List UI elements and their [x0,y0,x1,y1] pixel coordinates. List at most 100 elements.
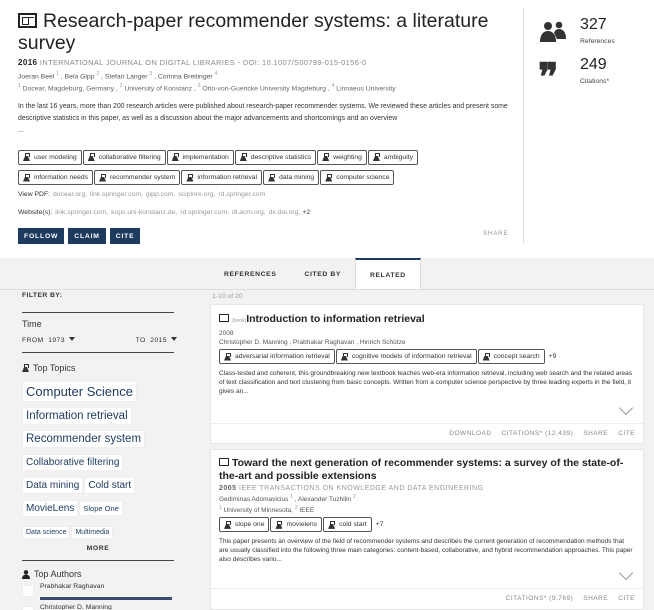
claim-button[interactable]: CLAIM [68,228,106,244]
author-name[interactable]: Stefan Langer [105,73,148,80]
tab-cited-by[interactable]: CITED BY [290,258,355,290]
result-action-download[interactable]: DOWNLOAD [449,430,491,437]
topic-tag-label: implementation [182,153,229,161]
pdf-link[interactable]: link.springer.com, [90,191,143,198]
topic-tag[interactable]: cold start [323,517,372,533]
flask-icon [373,153,380,161]
website-link[interactable]: kops.uni-konstanz.de, [111,209,177,216]
topic-tag[interactable]: information needs [18,170,94,185]
author-name[interactable]: Gediminas Adomavicius [219,496,288,503]
references-label: References [580,38,615,45]
topic-tag[interactable]: movielens [270,517,323,533]
filter-sidebar: Time FROM 1973 TO 2015 Top Topics Comput… [22,312,177,610]
websites-more[interactable]: +2 [302,209,310,216]
result-action-cite[interactable]: CITE [618,595,635,602]
chevron-down-icon[interactable] [618,400,634,416]
journal-name[interactable]: INTERNATIONAL JOURNAL ON DIGITAL LIBRARI… [40,58,235,67]
sidebar-topic[interactable]: Data science [22,526,71,539]
topic-tag[interactable]: slope one [219,517,270,533]
author-checkbox[interactable] [22,584,34,597]
sidebar-author[interactable]: Christopher D. Manning [22,602,177,610]
topic-tag[interactable]: implementation [166,149,234,165]
sidebar-author[interactable]: Prabhakar Raghavan [22,581,177,600]
sidebar-topic[interactable]: Data mining [22,477,84,494]
topic-tag[interactable]: concept search [477,349,545,364]
topic-tag-label: information needs [34,174,89,181]
author-name[interactable]: Alexander Tuzhilin [298,496,351,503]
result-abstract: This paper presents an overview of the f… [219,538,633,564]
sidebar-topic[interactable]: MovieLens [22,500,79,517]
book-badge: (book) [232,318,247,324]
pdf-link[interactable]: docear.org, [53,191,87,198]
sidebar-topic[interactable]: Computer Science [22,381,137,402]
author-name[interactable]: Bela Gipp [65,73,95,80]
author-list: Joeran Beel 1 , Bela Gipp 2 , Stefan Lan… [18,71,218,81]
result-action-citations[interactable]: CITATIONS* (9,769) [506,595,574,602]
website-link[interactable]: rd.springer.com, [180,209,229,216]
cite-button[interactable]: CITE [109,228,141,244]
topic-tag[interactable]: data mining [263,170,320,185]
website-link[interactable]: dx.doi.org, [269,209,301,216]
topic-tag-label: user modeling [34,153,77,161]
result-action-share[interactable]: SHARE [583,595,608,602]
tab-related[interactable]: RELATED [354,258,421,290]
topic-tag-label: ambiguity [383,153,414,161]
topic-tags: user modeling collaborative filtering impl… [18,148,523,189]
share-button[interactable]: SHARE [483,230,508,237]
topic-tag[interactable]: cognitive models of information retrieva… [335,349,477,364]
to-year-select[interactable]: TO 2015 [136,337,177,344]
topic-tag[interactable]: weighting [317,149,367,165]
topic-tag[interactable]: ambiguity [367,149,419,165]
topic-tag[interactable]: adversarial information retrieval [219,349,335,364]
citations-count: 249 [580,56,607,73]
pdf-link[interactable]: gipp.com, [146,191,175,198]
topic-tag-label: cognitive models of information retrieva… [351,353,472,360]
tab-references[interactable]: REFERENCES [210,258,290,290]
result-title[interactable]: (book)Introduction to information retrie… [219,313,635,328]
flask-icon [224,520,231,529]
website-link[interactable]: link.springer.com, [55,209,108,216]
footnote-marker: 1 [56,71,59,77]
chevron-down-icon[interactable] [618,565,634,581]
topic-tag[interactable]: information retrieval [181,170,263,185]
topic-row: Collaborative filtering [22,452,177,475]
pdf-link[interactable]: rd.springer.com [218,191,265,198]
topic-tag[interactable]: descriptive statistics [234,149,317,165]
result-action-citations[interactable]: CITATIONS* (12,439) [502,430,574,437]
topic-tag[interactable]: user modeling [18,149,82,165]
affiliation: Docear, Magdeburg, Germany [20,85,115,93]
abstract-text: In the last 16 years, more than 200 rese… [18,103,508,122]
flask-icon [483,352,490,361]
author-label: Christopher D. Manning [40,603,172,610]
author-name[interactable]: Corinna Breitinger [158,73,213,80]
sidebar-topic[interactable]: Multimedia [71,526,114,539]
topic-tag[interactable]: collaborative filtering [82,149,166,165]
topic-tag-label: data mining [279,174,315,181]
pdf-link[interactable]: sciplore.org, [178,191,215,198]
sidebar-topic[interactable]: Cold start [84,477,136,494]
more-tags[interactable]: +9 [549,353,557,360]
topic-tag[interactable]: recommender system [94,170,181,185]
sidebar-topic[interactable]: Recommender system [22,430,146,448]
flask-icon [99,173,107,182]
author-name[interactable]: Joeran Beel [18,73,54,80]
flask-icon [172,153,179,161]
sidebar-topic[interactable]: Collaborative filtering [22,454,124,471]
result-title[interactable]: Toward the next generation of recommende… [219,457,635,483]
from-year-select[interactable]: FROM 1973 [22,337,75,344]
top-topics-list: Computer Science Information retrieval Rec… [22,381,177,543]
author-checkbox[interactable] [22,605,34,610]
topic-tag-label: collaborative filtering [98,153,161,161]
follow-button[interactable]: FOLLOW [18,228,65,244]
result-action-cite[interactable]: CITE [618,430,635,437]
more-topics-button[interactable]: MORE [22,545,174,552]
divider [22,312,174,313]
result-action-share[interactable]: SHARE [583,430,608,437]
sidebar-topic[interactable]: Information retrieval [22,407,132,425]
sidebar-topic[interactable]: Slope One [79,501,123,516]
topic-tag[interactable]: computer science [320,170,395,185]
website-link[interactable]: dl.acm.org, [232,209,266,216]
document-icon [18,13,37,28]
abstract-expand[interactable]: ... [18,125,523,137]
more-tags[interactable]: +7 [376,521,384,528]
